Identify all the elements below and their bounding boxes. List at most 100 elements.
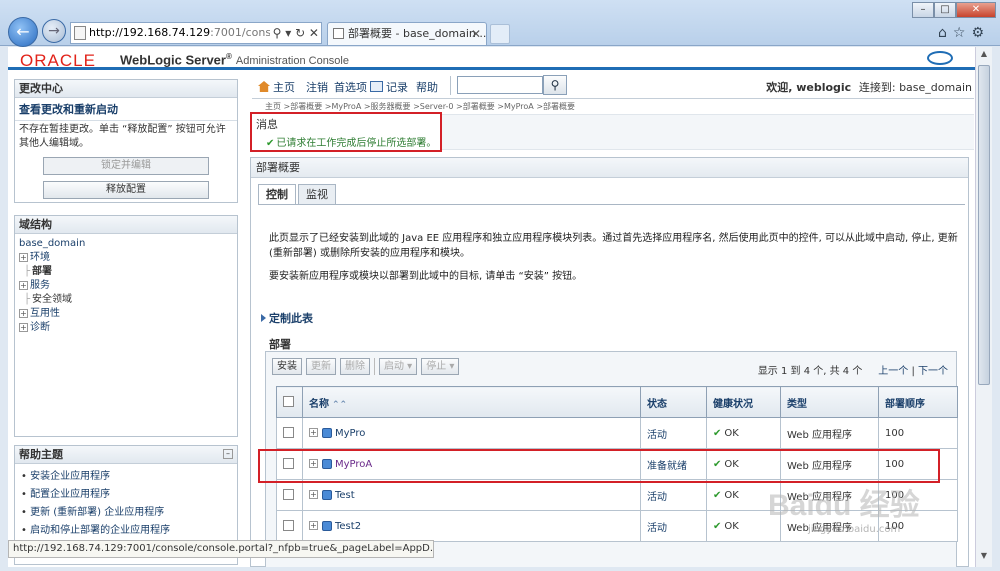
- help-link[interactable]: 安装企业应用程序: [21, 468, 231, 486]
- tree-item-security-realms[interactable]: 安全领域: [19, 293, 233, 307]
- new-tab-button[interactable]: [490, 24, 510, 44]
- scroll-down-icon[interactable]: ▼: [978, 551, 990, 565]
- expand-icon[interactable]: +: [309, 459, 318, 468]
- tab-control[interactable]: 控制: [258, 184, 296, 204]
- update-button[interactable]: 更新: [306, 358, 336, 375]
- expand-icon[interactable]: +: [309, 521, 318, 530]
- search-button[interactable]: ⚲: [543, 75, 567, 95]
- window-close-button[interactable]: ✕: [956, 2, 996, 18]
- change-center-panel: 更改中心 查看更改和重新启动 不存在暂挂更改。单击 “释放配置” 按钮可允许其他…: [14, 79, 238, 203]
- tree-item-deployments[interactable]: 部署: [19, 265, 233, 279]
- row-select[interactable]: [276, 479, 303, 511]
- oracle-header: ORACLE WebLogic Server® Administration Co…: [8, 47, 975, 73]
- app-name-cell[interactable]: + MyPro: [302, 417, 641, 449]
- row-select[interactable]: [276, 448, 303, 480]
- row-checkbox[interactable]: [283, 489, 294, 501]
- domain-tree: base_domain +环境 部署 +服务 安全领域 +互用性 +诊断: [15, 234, 237, 338]
- app-name-cell[interactable]: + MyProA: [302, 448, 641, 480]
- type-cell: Web 应用程序: [780, 417, 879, 449]
- help-list: 安装企业应用程序 配置企业应用程序 更新 (重新部署) 企业应用程序 启动和停止…: [15, 464, 237, 544]
- start-dropdown[interactable]: 启动 ▾: [379, 358, 418, 375]
- tab-monitoring[interactable]: 监视: [298, 184, 336, 204]
- search-input[interactable]: [457, 76, 543, 94]
- column-order[interactable]: 部署顺序: [878, 386, 958, 418]
- tree-item-interoperability[interactable]: + 互用性: [19, 307, 233, 321]
- tab-close-icon[interactable]: ✕: [471, 23, 481, 45]
- sort-icon[interactable]: ⌃⌃: [332, 400, 347, 410]
- select-all-header[interactable]: [276, 386, 303, 418]
- row-select[interactable]: [276, 417, 303, 449]
- app-icon: [322, 427, 332, 438]
- install-button[interactable]: 安装: [272, 358, 302, 375]
- help-link[interactable]: 启动和停止部署的企业应用程序: [21, 522, 231, 540]
- ok-check-icon: ✔: [713, 489, 722, 501]
- help-link[interactable]: 更新 (重新部署) 企业应用程序: [21, 504, 231, 522]
- select-all-checkbox[interactable]: [283, 396, 294, 408]
- message-strip: [442, 114, 974, 150]
- record-link[interactable]: 记录: [370, 79, 408, 95]
- expand-triangle-icon: [261, 314, 266, 322]
- preferences-link[interactable]: 首选项: [334, 79, 367, 95]
- toolbar-divider: [450, 76, 451, 95]
- app-icon: [322, 489, 332, 500]
- collapse-icon[interactable]: –: [223, 449, 233, 459]
- column-state[interactable]: 状态: [640, 386, 707, 418]
- row-select[interactable]: [276, 510, 303, 542]
- column-health[interactable]: 健康状况: [706, 386, 781, 418]
- tree-item-environment[interactable]: + 环境: [19, 251, 233, 265]
- state-cell[interactable]: 准备就绪: [640, 448, 707, 480]
- expand-icon: +: [19, 322, 28, 332]
- maximize-button[interactable]: □: [934, 2, 956, 18]
- change-center-text: 不存在暂挂更改。单击 “释放配置” 按钮可允许其他人编辑域。: [19, 124, 226, 149]
- home-icon: [258, 81, 270, 92]
- row-checkbox[interactable]: [283, 520, 294, 532]
- row-checkbox[interactable]: [283, 427, 294, 439]
- baidu-watermark-url: jingyan.baidu.com: [808, 524, 901, 535]
- page-icon: [74, 26, 86, 40]
- state-cell[interactable]: 活动: [640, 479, 707, 511]
- browser-tab[interactable]: 部署概要 - base_domain ... ✕: [327, 22, 487, 45]
- address-tools-icon[interactable]: ⚲ ▾ ↻ ✕: [269, 23, 319, 43]
- ok-check-icon: ✔: [713, 458, 722, 470]
- help-link[interactable]: 配置企业应用程序: [21, 486, 231, 504]
- record-icon: [370, 81, 383, 92]
- delete-button[interactable]: 删除: [340, 358, 370, 375]
- view-changes-link[interactable]: 查看更改和重新启动: [19, 101, 233, 117]
- state-cell[interactable]: 活动: [640, 510, 707, 542]
- help-link[interactable]: 帮助: [416, 79, 438, 95]
- expand-icon[interactable]: +: [309, 428, 318, 437]
- lock-edit-button[interactable]: 锁定并编辑: [43, 157, 209, 175]
- app-icon: [322, 458, 332, 469]
- prev-page-link[interactable]: 上一个: [878, 366, 908, 377]
- back-button[interactable]: ←: [8, 17, 38, 47]
- product-title: WebLogic Server® Administration Console: [120, 52, 349, 68]
- next-page-link[interactable]: 下一个: [918, 366, 948, 377]
- ok-check-icon: ✔: [713, 520, 722, 532]
- tree-item-diagnostics[interactable]: + 诊断: [19, 321, 233, 335]
- customize-table-link[interactable]: 定制此表: [261, 310, 313, 326]
- expand-icon[interactable]: +: [309, 490, 318, 499]
- browser-icons[interactable]: ⌂☆⚙: [938, 25, 990, 41]
- expand-icon: +: [19, 280, 28, 290]
- logout-link[interactable]: 注销: [306, 79, 328, 95]
- minimize-button[interactable]: –: [912, 2, 934, 18]
- tree-root[interactable]: base_domain: [19, 237, 233, 251]
- row-checkbox[interactable]: [283, 458, 294, 470]
- scroll-up-icon[interactable]: ▲: [978, 49, 990, 63]
- domain-structure-panel: 域结构 base_domain +环境 部署 +服务 安全领域 +互用性 +诊断: [14, 215, 238, 437]
- app-name-cell[interactable]: + Test2: [302, 510, 641, 542]
- column-type[interactable]: 类型: [780, 386, 879, 418]
- scroll-thumb[interactable]: [978, 65, 990, 385]
- column-name[interactable]: 名称 ⌃⌃: [302, 386, 641, 418]
- address-bar[interactable]: http://192.168.74.129:7001/console ⚲ ▾ ↻…: [70, 22, 322, 44]
- app-name-cell[interactable]: + Test: [302, 479, 641, 511]
- release-config-button[interactable]: 释放配置: [43, 181, 209, 199]
- forward-button[interactable]: →: [42, 19, 66, 43]
- stop-dropdown[interactable]: 停止 ▾: [421, 358, 460, 375]
- state-cell[interactable]: 活动: [640, 417, 707, 449]
- breadcrumb[interactable]: 主页 >部署概要 >MyProA >服务器概要 >Server-0 >部署概要 …: [265, 101, 575, 112]
- tree-item-services[interactable]: + 服务: [19, 279, 233, 293]
- summary-title: 部署概要: [251, 158, 968, 178]
- vertical-scrollbar[interactable]: ▲ ▼: [975, 47, 992, 567]
- home-link[interactable]: 主页: [258, 79, 295, 95]
